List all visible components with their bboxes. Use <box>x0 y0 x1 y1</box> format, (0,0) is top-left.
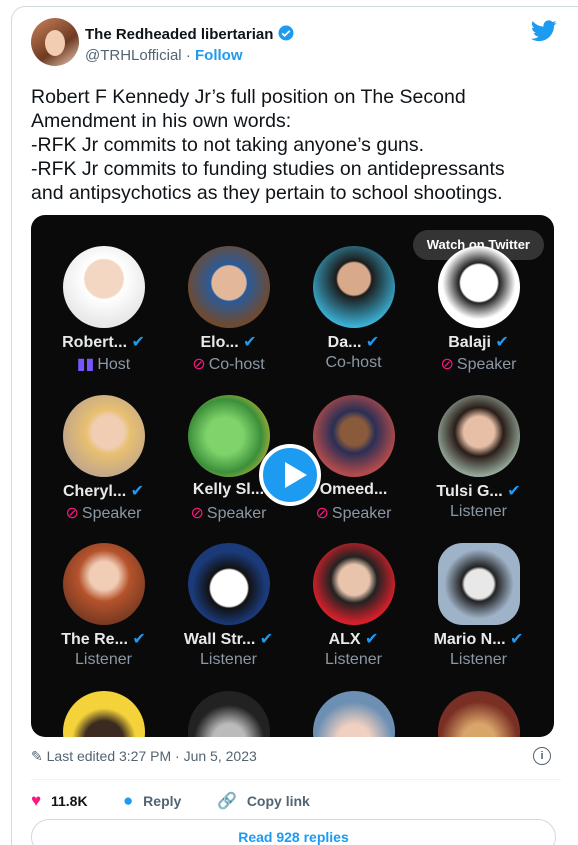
speaker-role: Listener <box>450 503 507 520</box>
muted-mic-icon: ⊘ <box>192 356 206 373</box>
reply-label: Reply <box>143 793 182 809</box>
speaker-name: Cheryl... ✔ <box>63 483 144 500</box>
speaker-avatar <box>63 543 145 625</box>
speaker-role: Listener <box>450 651 507 668</box>
speaker-avatar <box>438 246 520 328</box>
speaker-name: Da... ✔ <box>327 334 380 351</box>
author-handle[interactable]: @TRHLofficial <box>85 47 182 64</box>
reply-button[interactable]: ● Reply <box>123 791 181 811</box>
speaker-role: Listener <box>325 651 382 668</box>
speaker-avatar <box>188 246 270 328</box>
copy-link-button[interactable]: 🔗 Copy link <box>217 791 310 811</box>
like-count: 11.8K <box>50 793 88 809</box>
speaker-name: ALX ✔ <box>328 631 379 648</box>
info-icon[interactable]: i <box>533 747 551 765</box>
speaker-name: Balaji ✔ <box>448 334 509 351</box>
speaker-avatar <box>438 395 520 477</box>
bars-icon: ▮▮ <box>76 356 95 373</box>
speaker-name: Robert... ✔ <box>62 334 145 351</box>
speaker-role: ▮▮ Host <box>76 356 131 373</box>
heart-icon: ♥ <box>31 791 42 810</box>
tweet-text: Robert F Kennedy Jr’s full position on T… <box>31 86 505 204</box>
speaker-avatar <box>313 691 395 737</box>
speaker-avatar <box>188 691 270 737</box>
speaker-name: Mario N... ✔ <box>433 631 524 648</box>
speaker-role: ⊘ Speaker <box>65 505 142 522</box>
play-button[interactable] <box>259 444 321 506</box>
muted-mic-icon: ⊘ <box>65 505 79 522</box>
muted-mic-icon: ⊘ <box>315 505 329 522</box>
twitter-bird-icon[interactable] <box>531 19 557 43</box>
speaker-avatar <box>188 543 270 625</box>
speaker-avatar <box>313 246 395 328</box>
speaker-name: Wall Str... ✔ <box>183 631 274 648</box>
speaker-role: ⊘ Co-host <box>192 356 265 373</box>
speaker-name: Tulsi G... ✔ <box>436 483 521 500</box>
speaker-role: Listener <box>75 651 132 668</box>
read-replies-button[interactable]: Read 928 replies <box>31 819 556 845</box>
speaker-avatar <box>438 543 520 625</box>
speaker-avatar <box>313 543 395 625</box>
speaker-role: Co-host <box>325 354 382 371</box>
author-avatar[interactable] <box>31 18 79 66</box>
last-edited-text[interactable]: Last edited 3:27 PM · Jun 5, 2023 <box>47 748 257 764</box>
speaker-avatar <box>63 395 145 477</box>
muted-mic-icon: ⊘ <box>190 505 204 522</box>
follow-button[interactable]: Follow <box>195 47 243 64</box>
spaces-video-media[interactable]: Watch on Twitter Robert... ✔ ▮▮ Host Elo.… <box>31 215 554 737</box>
like-button[interactable]: ♥ 11.8K <box>31 791 88 811</box>
speaker-avatar <box>313 395 395 477</box>
speaker-role: ⊘ Speaker <box>190 505 267 522</box>
separator-dot: · <box>185 47 191 64</box>
last-edited-row[interactable]: ✎ Last edited 3:27 PM · Jun 5, 2023 <box>31 748 257 765</box>
muted-mic-icon: ⊘ <box>440 356 454 373</box>
speaker-name: The Re... ✔ <box>61 631 146 648</box>
tweet-card: The Redheaded libertarian @TRHLofficial … <box>11 6 578 845</box>
speaker-role: ⊘ Speaker <box>315 505 392 522</box>
speaker-role: Listener <box>200 651 257 668</box>
author-name-row[interactable]: The Redheaded libertarian <box>85 24 295 43</box>
author-handle-row: @TRHLofficial · Follow <box>85 47 243 64</box>
speaker-avatar <box>63 246 145 328</box>
speaker-avatar <box>438 691 520 737</box>
speaker-name: Elo... ✔ <box>200 334 257 351</box>
verified-badge-icon <box>278 25 294 41</box>
speaker-role: ⊘ Speaker <box>440 356 517 373</box>
speaker-avatar <box>188 395 270 477</box>
author-name[interactable]: The Redheaded libertarian <box>85 26 273 43</box>
link-icon: 🔗 <box>217 793 237 810</box>
copy-link-label: Copy link <box>246 793 310 809</box>
reply-bubble-icon: ● <box>123 791 134 810</box>
pencil-icon: ✎ <box>31 748 43 764</box>
divider <box>31 779 561 780</box>
speaker-avatar <box>63 691 145 737</box>
